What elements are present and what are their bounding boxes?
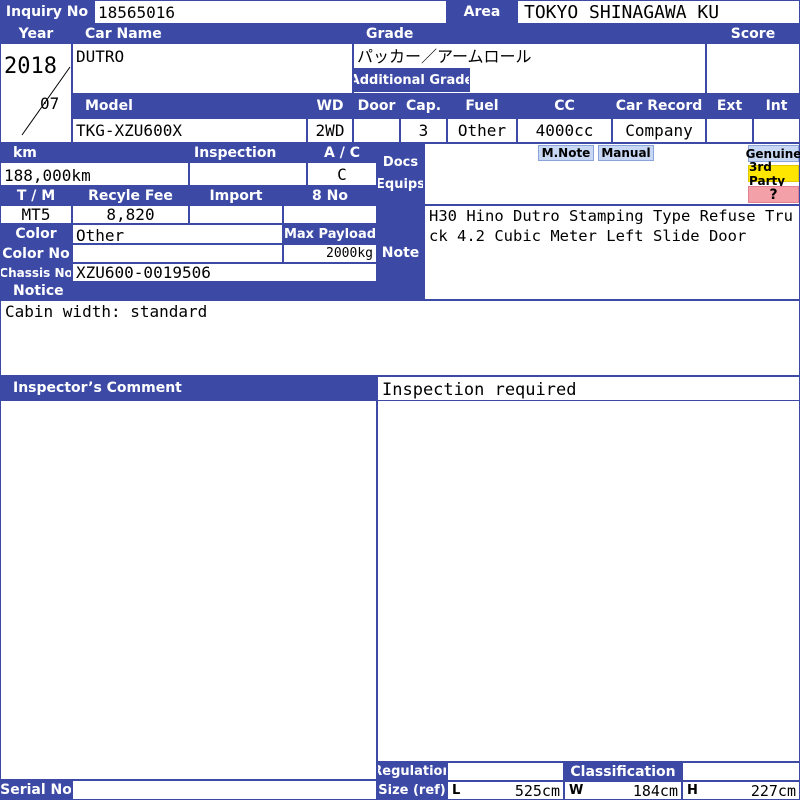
ext-value [706, 118, 753, 143]
import-value [189, 205, 283, 224]
inquiry-no-label: Inquiry No [0, 0, 94, 24]
max-payload-value: 2000kg [326, 246, 373, 261]
car-record-value: Company [625, 121, 693, 140]
size-h-value: 227cm [750, 781, 796, 800]
area-value: TOKYO SHINAGAWA KU [524, 1, 720, 23]
inspector-comment-label: Inspector’s Comment [0, 376, 377, 400]
wd-value: 2WD [315, 121, 345, 140]
inspection-value [189, 162, 307, 186]
cc-label: CC [517, 94, 612, 118]
model-value: TKG-XZU600X [76, 121, 182, 140]
import-label: Import [189, 186, 283, 205]
notice-label: Notice [0, 282, 377, 300]
grade-value: パッカー／アームロール [357, 47, 532, 66]
year-value: 2018 [4, 53, 57, 79]
year-month-value: 07 [40, 93, 60, 113]
car-name-value: DUTRO [76, 46, 125, 66]
eight-no-label: 8 No [283, 186, 377, 205]
unknown-tag: ? [748, 186, 799, 203]
chassis-no-value: XZU600-0019506 [76, 263, 211, 282]
area-label: Area [447, 0, 517, 24]
notice-value: Cabin width: standard [5, 301, 208, 321]
inspection-label: Inspection [189, 143, 307, 162]
additional-grade-value [474, 68, 702, 92]
ac-value: C [337, 164, 347, 184]
cap-label: Cap. [400, 94, 447, 118]
max-payload-label: Max Payload [283, 224, 377, 244]
docs-label: Docs [382, 155, 419, 170]
door-value [353, 118, 400, 143]
ext-label: Ext [706, 94, 753, 118]
size-label: Size (ref) [377, 781, 447, 800]
score-value [706, 43, 800, 94]
inspector-comment-value: Inspection required [382, 380, 577, 400]
fuel-label: Fuel [447, 94, 517, 118]
car-name-label: Car Name [72, 24, 353, 43]
classification-label: Classification [564, 762, 682, 781]
size-w-value: 184cm [632, 781, 678, 800]
additional-grade-label: Additional Grade [353, 68, 470, 92]
score-label: Score [706, 24, 800, 43]
ac-label: A / C [307, 143, 377, 162]
car-record-label: Car Record [612, 94, 706, 118]
chassis-no-label: Chassis No [0, 263, 72, 282]
mnote-tag: M.Note [538, 145, 594, 161]
inquiry-no-value: 18565016 [98, 2, 176, 22]
km-value: 188,000km [4, 165, 91, 185]
serial-no-label: Serial No [0, 780, 72, 800]
recycle-fee-label: Recyle Fee [72, 186, 189, 205]
regulation-label: Regulation [377, 762, 447, 781]
recycle-fee-value: 8,820 [106, 205, 155, 224]
int-value [753, 118, 800, 143]
wd-label: WD [307, 94, 353, 118]
int-label: Int [753, 94, 800, 118]
third-party-tag: 3rd Party [748, 160, 799, 188]
classification-value [682, 762, 800, 781]
color-no-value [72, 244, 283, 263]
cc-value: 4000cc [535, 121, 594, 140]
docs-equips-label: Docs Equips [377, 143, 424, 205]
serial-no-value [72, 780, 377, 800]
grade-label: Grade [353, 24, 706, 43]
comment-divider [377, 400, 800, 401]
manual-tag: Manual [598, 145, 654, 161]
fuel-value: Other [457, 121, 507, 140]
note-value: H30 Hino Dutro Stamping Type Refuse Truc… [429, 207, 793, 245]
color-no-label: Color No [0, 244, 72, 263]
size-w-label: W [569, 783, 584, 798]
color-label: Color [0, 224, 72, 244]
regulation-value [447, 762, 564, 781]
eight-no-value [283, 205, 377, 224]
tm-label: T / M [0, 186, 72, 205]
year-label: Year [0, 24, 72, 43]
note-label: Note [377, 205, 424, 300]
color-value: Other [76, 225, 125, 245]
cap-value: 3 [418, 121, 429, 140]
size-l-label: L [452, 783, 461, 798]
door-label: Door [353, 94, 400, 118]
model-label: Model [72, 94, 307, 118]
size-l-value: 525cm [514, 781, 560, 800]
tm-value: MT5 [21, 205, 51, 224]
km-label: km [0, 143, 189, 162]
equips-label: Equips [377, 177, 424, 192]
